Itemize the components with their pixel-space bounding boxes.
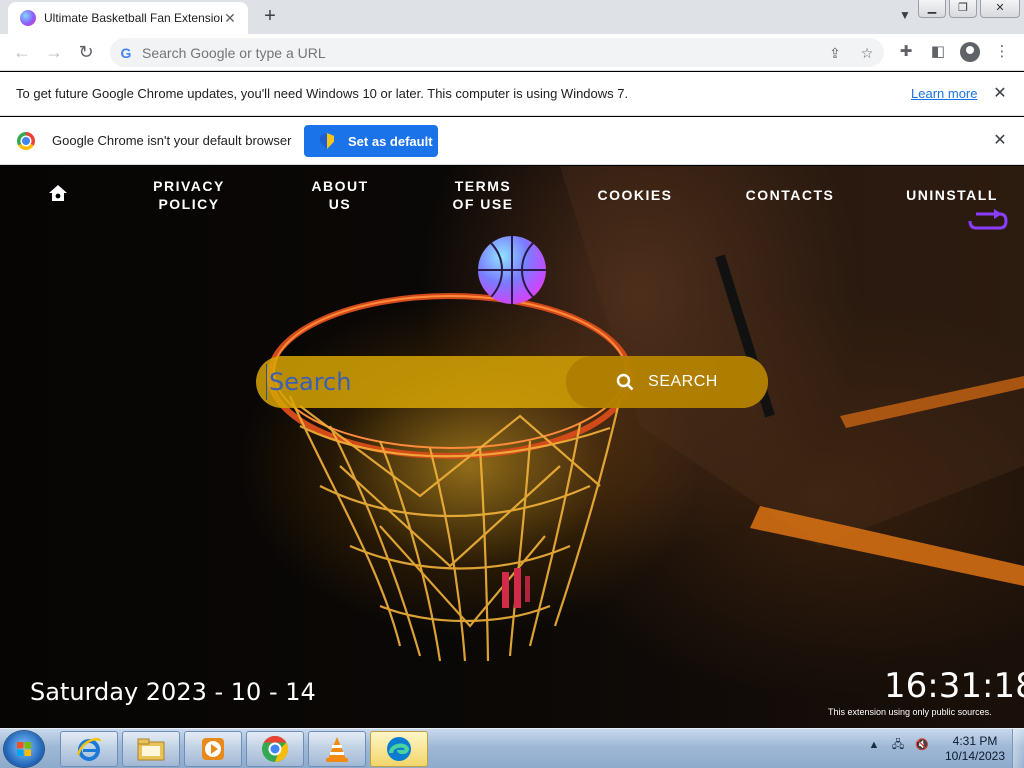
- system-tray: ▲ 🖧 🔇: [866, 737, 938, 753]
- system-time: 4:31 PM: [952, 734, 998, 748]
- restore-button[interactable]: ❐: [949, 0, 977, 18]
- edge-icon[interactable]: [370, 731, 428, 767]
- avatar-icon: [960, 42, 980, 62]
- search-input[interactable]: [266, 364, 556, 400]
- extensions-puzzle-icon[interactable]: ✚: [894, 40, 918, 64]
- date-display: Saturday 2023 - 10 - 14: [30, 678, 316, 706]
- basketball-logo-icon: [478, 236, 546, 304]
- share-icon[interactable]: ⇪: [824, 42, 846, 64]
- chrome-logo-icon: [17, 132, 35, 150]
- close-tab-icon[interactable]: ✕: [222, 10, 238, 26]
- minimize-button[interactable]: ▁: [918, 0, 946, 18]
- nav-about-us[interactable]: ABOUT US: [305, 177, 375, 213]
- learn-more-link[interactable]: Learn more: [911, 86, 977, 101]
- newtab-page: PRIVACY POLICY ABOUT US TERMS OF USE COOKIE…: [0, 166, 1024, 728]
- search-icon: [616, 373, 634, 391]
- basketball-favicon-icon: [20, 10, 36, 26]
- vlc-icon[interactable]: [308, 731, 366, 767]
- browser-tab[interactable]: Ultimate Basketball Fan Extension ✕: [8, 2, 248, 34]
- set-as-default-button[interactable]: Set as default: [304, 125, 438, 157]
- start-button[interactable]: [4, 731, 44, 767]
- chrome-icon[interactable]: [246, 731, 304, 767]
- system-clock[interactable]: 4:31 PM 10/14/2023: [944, 734, 1006, 764]
- tab-title: Ultimate Basketball Fan Extension: [44, 11, 222, 25]
- share-loop-icon[interactable]: [966, 208, 1010, 234]
- google-g-icon: G: [120, 44, 132, 61]
- browser-tab-bar: Ultimate Basketball Fan Extension ✕ + ▼ …: [0, 0, 1024, 34]
- profile-button[interactable]: [958, 40, 982, 64]
- close-update-infobar-icon[interactable]: ✕: [990, 84, 1010, 104]
- reload-button[interactable]: ↻: [74, 41, 98, 65]
- close-window-button[interactable]: ✕: [980, 0, 1020, 18]
- search-button[interactable]: SEARCH: [566, 356, 768, 408]
- default-browser-infobar: Google Chrome isn't your default browser…: [0, 117, 1024, 165]
- nav-terms-of-use[interactable]: TERMS OF USE: [448, 177, 518, 213]
- side-panel-icon[interactable]: ◧: [926, 40, 950, 64]
- omnibox[interactable]: G ⇪ ☆: [110, 38, 884, 67]
- update-message: To get future Google Chrome updates, you…: [16, 86, 629, 101]
- windows-logo-icon: [17, 742, 31, 756]
- uac-shield-icon: [320, 133, 334, 149]
- nav-cookies[interactable]: COOKIES: [596, 186, 674, 204]
- set-as-default-label: Set as default: [348, 133, 433, 149]
- omnibox-actions: ⇪ ☆: [814, 42, 878, 64]
- sources-notice: This extension using only public sources…: [828, 707, 992, 717]
- file-explorer-icon[interactable]: [122, 731, 180, 767]
- nav-contacts[interactable]: CONTACTS: [744, 186, 836, 204]
- system-date: 10/14/2023: [944, 749, 1006, 763]
- menu-kebab-icon[interactable]: ⋮: [990, 40, 1014, 64]
- show-hidden-icons-arrow-icon[interactable]: ▲: [866, 737, 882, 753]
- volume-muted-icon[interactable]: 🔇: [914, 737, 930, 753]
- update-infobar: To get future Google Chrome updates, you…: [0, 72, 1024, 116]
- omnibox-input[interactable]: [142, 44, 782, 61]
- new-tab-button[interactable]: +: [258, 6, 282, 28]
- bookmark-star-icon[interactable]: ☆: [856, 42, 878, 64]
- nav-uninstall[interactable]: UNINSTALL: [906, 186, 998, 204]
- screen: Ultimate Basketball Fan Extension ✕ + ▼ …: [0, 0, 1024, 768]
- nav-privacy-policy[interactable]: PRIVACY POLICY: [150, 177, 228, 213]
- forward-button[interactable]: →: [42, 41, 66, 65]
- default-browser-message: Google Chrome isn't your default browser: [52, 133, 292, 148]
- pause-background-icon[interactable]: [500, 568, 534, 610]
- back-button[interactable]: ←: [10, 41, 34, 65]
- internet-explorer-icon[interactable]: [60, 731, 118, 767]
- show-desktop-button[interactable]: [1012, 729, 1024, 768]
- toolbar-right: ✚ ◧ ⋮: [894, 40, 1022, 64]
- close-default-infobar-icon[interactable]: ✕: [990, 131, 1010, 151]
- tab-search-chevron-icon[interactable]: ▼: [896, 8, 914, 26]
- clock-display: 16:31:18: [884, 666, 1024, 706]
- search-bar: SEARCH: [256, 356, 768, 408]
- search-button-label: SEARCH: [648, 373, 718, 390]
- network-icon[interactable]: 🖧: [890, 737, 906, 753]
- home-gear-icon[interactable]: [48, 184, 68, 202]
- browser-toolbar: ← → ↻ G ⇪ ☆ ✚ ◧ ⋮: [0, 34, 1024, 71]
- window-controls: ▁ ❐ ✕: [915, 0, 1020, 18]
- windows-taskbar: ▲ 🖧 🔇 4:31 PM 10/14/2023: [0, 728, 1024, 768]
- media-player-icon[interactable]: [184, 731, 242, 767]
- page-nav: PRIVACY POLICY ABOUT US TERMS OF USE COOKIE…: [0, 166, 1024, 230]
